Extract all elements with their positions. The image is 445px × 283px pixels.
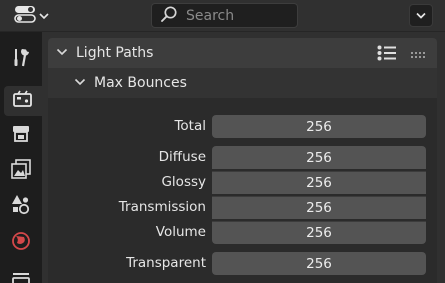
editor-type-selector[interactable] bbox=[8, 5, 52, 27]
glossy-row: Glossy 256 bbox=[48, 171, 437, 195]
transmission-row: Transmission 256 bbox=[48, 196, 437, 220]
search-placeholder: Search bbox=[186, 7, 235, 24]
scene-icon bbox=[10, 193, 32, 219]
chevron-down-icon bbox=[415, 8, 427, 24]
transparent-field[interactable]: 256 bbox=[212, 252, 426, 275]
diffuse-label: Diffuse bbox=[158, 149, 206, 165]
tab-world[interactable] bbox=[4, 228, 38, 258]
volume-field[interactable]: 256 bbox=[212, 221, 426, 244]
transmission-label: Transmission bbox=[118, 199, 206, 215]
total-label: Total bbox=[174, 118, 206, 134]
tab-render[interactable] bbox=[4, 86, 42, 116]
diffuse-field[interactable]: 256 bbox=[212, 146, 426, 169]
view-layer-icon bbox=[10, 158, 32, 184]
subpanel-title: Max Bounces bbox=[94, 75, 187, 91]
search-icon bbox=[160, 5, 178, 27]
drag-handle-icon[interactable] bbox=[411, 47, 427, 63]
tab-tool[interactable] bbox=[4, 44, 38, 74]
properties-header: Search bbox=[0, 0, 445, 32]
collection-icon bbox=[10, 268, 32, 283]
subpanel-header-max-bounces[interactable]: Max Bounces bbox=[48, 68, 437, 98]
tool-icon bbox=[10, 46, 32, 72]
world-icon bbox=[10, 230, 32, 256]
total-field[interactable]: 256 bbox=[212, 115, 426, 138]
light-paths-panel: Light Paths Max Bounces Total 256 Diffus… bbox=[48, 38, 437, 283]
tab-output[interactable] bbox=[4, 121, 38, 151]
transparent-row: Transparent 256 bbox=[48, 252, 437, 276]
chevron-down-icon bbox=[56, 45, 68, 61]
volume-row: Volume 256 bbox=[48, 221, 437, 245]
output-icon bbox=[10, 123, 32, 149]
properties-tab-strip bbox=[0, 32, 42, 283]
diffuse-row: Diffuse 256 bbox=[48, 146, 437, 170]
chevron-down-icon bbox=[74, 75, 86, 91]
panel-title: Light Paths bbox=[76, 45, 154, 61]
transmission-field[interactable]: 256 bbox=[212, 196, 426, 219]
properties-editor-icon bbox=[14, 5, 36, 27]
tab-collection[interactable] bbox=[4, 266, 38, 283]
render-icon bbox=[12, 88, 34, 114]
chevron-down-icon bbox=[39, 8, 49, 24]
total-row: Total 256 bbox=[48, 115, 437, 139]
glossy-label: Glossy bbox=[161, 174, 206, 190]
transparent-label: Transparent bbox=[126, 255, 206, 271]
options-menu-button[interactable] bbox=[409, 4, 433, 27]
tab-view-layer[interactable] bbox=[4, 156, 38, 186]
properties-area: Light Paths Max Bounces Total 256 Diffus… bbox=[42, 32, 445, 283]
panel-header-light-paths[interactable]: Light Paths bbox=[48, 38, 437, 68]
search-input[interactable]: Search bbox=[151, 3, 298, 28]
tab-scene[interactable] bbox=[4, 191, 38, 221]
volume-label: Volume bbox=[155, 224, 206, 240]
presets-list-icon[interactable] bbox=[377, 45, 397, 65]
glossy-field[interactable]: 256 bbox=[212, 171, 426, 194]
